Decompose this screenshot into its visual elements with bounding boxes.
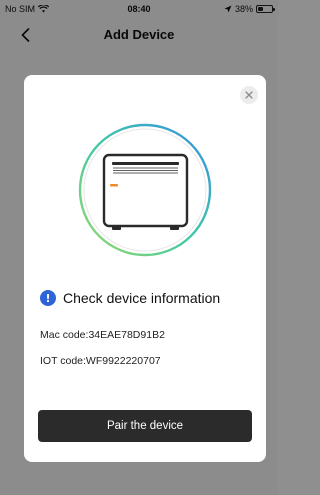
iot-code-text: IOT code:WF9922220707 (40, 355, 161, 367)
screen: No SIM 08:40 38% Add Device ! Check devi… (0, 0, 278, 495)
mac-code-text: Mac code:34EAE78D91B2 (40, 329, 165, 341)
pair-device-button[interactable]: Pair the device (38, 410, 252, 442)
device-info-dialog: ! Check device information Mac code:34EA… (24, 75, 266, 462)
air-conditioner-icon (78, 123, 212, 257)
check-title: Check device information (63, 290, 221, 306)
check-info-heading: ! Check device information (40, 290, 220, 306)
info-icon: ! (40, 290, 56, 306)
close-icon (245, 91, 253, 99)
close-button[interactable] (240, 86, 258, 104)
